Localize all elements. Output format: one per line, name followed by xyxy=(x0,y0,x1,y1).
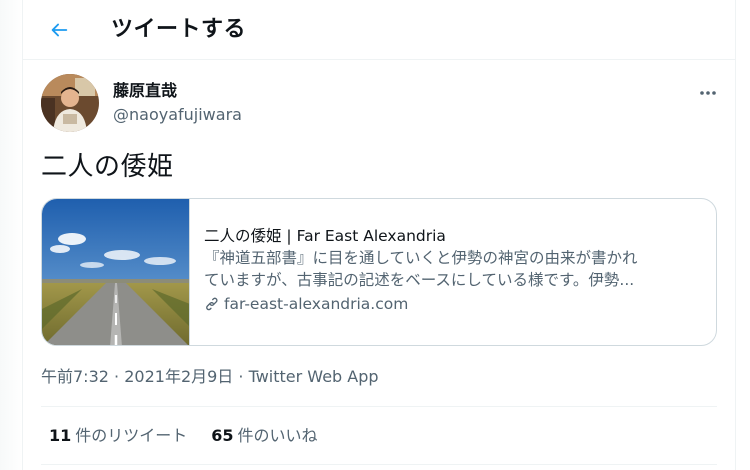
card-title: 二人の倭姫 | Far East Alexandria xyxy=(204,227,446,245)
avatar[interactable] xyxy=(41,74,99,132)
divider xyxy=(41,406,717,407)
arrow-left-icon xyxy=(51,23,68,37)
author-handle[interactable]: @naoyafujiwara xyxy=(113,104,242,126)
link-card[interactable]: 二人の倭姫 | Far East Alexandria 『神道五部書』に目を通し… xyxy=(41,198,717,346)
more-dots-icon xyxy=(700,91,716,95)
author-name[interactable]: 藤原直哉 xyxy=(113,80,177,102)
back-button[interactable] xyxy=(39,10,79,50)
header: ツイートする xyxy=(23,0,735,60)
likes-label: 件のいいね xyxy=(237,426,318,445)
likes-stat[interactable]: 65 件のいいね xyxy=(211,425,317,447)
tweet-date[interactable]: 2021年2月9日 xyxy=(124,367,233,386)
avatar-image xyxy=(41,74,99,132)
tweet-time[interactable]: 午前7:32 xyxy=(41,367,109,386)
likes-count: 65 xyxy=(211,426,234,445)
main-column: ツイートする 藤原直哉 @naoyafujiwara 二人の倭姫 二人の倭姫 |… xyxy=(22,0,736,470)
retweets-label: 件のリツイート xyxy=(75,426,188,445)
tweet-stats: 11 件のリツイート 65 件のいいね xyxy=(49,425,318,447)
tweet-detail-page: ツイートする 藤原直哉 @naoyafujiwara 二人の倭姫 二人の倭姫 |… xyxy=(0,0,750,470)
tweet-source[interactable]: Twitter Web App xyxy=(249,367,379,386)
card-description: 『神道五部書』に目を通していくと伊勢の神宮の由来が書かれ ていますが、古事記の記… xyxy=(204,247,704,291)
card-description-line: 『神道五部書』に目を通していくと伊勢の神宮の由来が書かれ xyxy=(204,249,638,267)
card-description-line: ていますが、古事記の記述をベースにしている様です。伊勢... xyxy=(204,271,635,289)
tweet-text: 二人の倭姫 xyxy=(41,152,174,182)
tweet-meta: 午前7:32 · 2021年2月9日 · Twitter Web App xyxy=(41,366,379,388)
meta-separator: · xyxy=(114,367,120,386)
page-title: ツイートする xyxy=(111,17,247,42)
meta-separator: · xyxy=(238,367,244,386)
card-body: 二人の倭姫 | Far East Alexandria 『神道五部書』に目を通し… xyxy=(204,225,704,315)
retweets-stat[interactable]: 11 件のリツイート xyxy=(49,425,187,447)
more-options-button[interactable] xyxy=(693,78,723,108)
retweets-count: 11 xyxy=(49,426,72,445)
card-domain-text: far-east-alexandria.com xyxy=(224,295,409,313)
divider xyxy=(41,464,717,465)
card-domain: far-east-alexandria.com xyxy=(204,293,704,315)
link-icon xyxy=(206,297,218,311)
road-landscape-image xyxy=(42,199,190,345)
left-edge xyxy=(0,0,22,470)
